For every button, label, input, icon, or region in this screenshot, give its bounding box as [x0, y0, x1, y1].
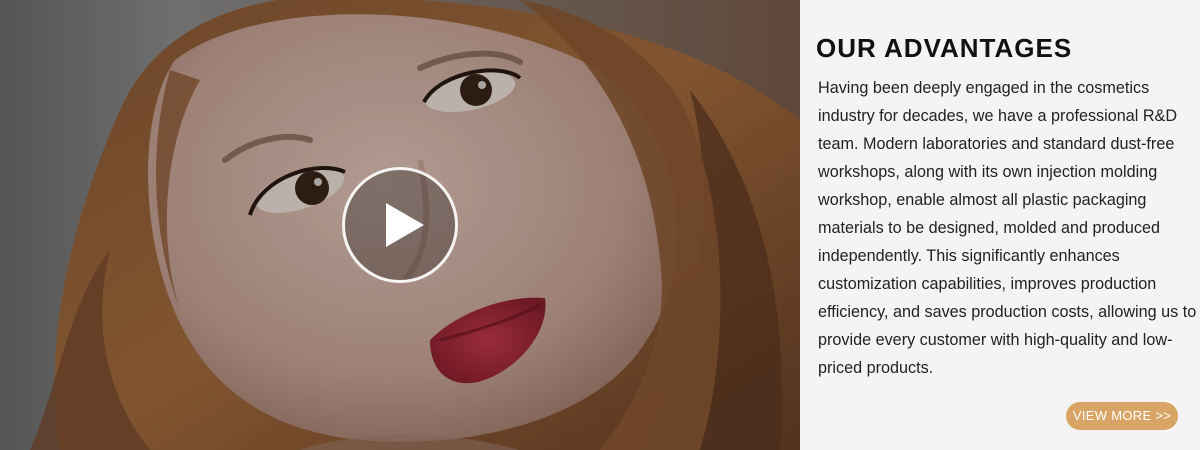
video-thumbnail[interactable] [0, 0, 800, 450]
advantages-banner: OUR ADVANTAGES Having been deeply engage… [0, 0, 1200, 450]
advantages-panel: OUR ADVANTAGES Having been deeply engage… [800, 0, 1200, 450]
play-icon [386, 203, 424, 247]
section-title: OUR ADVANTAGES [816, 33, 1073, 63]
section-description: Having been deeply engaged in the cosmet… [818, 79, 1197, 377]
play-video-button[interactable] [342, 167, 458, 283]
view-more-button[interactable]: VIEW MORE >> [1066, 402, 1178, 430]
